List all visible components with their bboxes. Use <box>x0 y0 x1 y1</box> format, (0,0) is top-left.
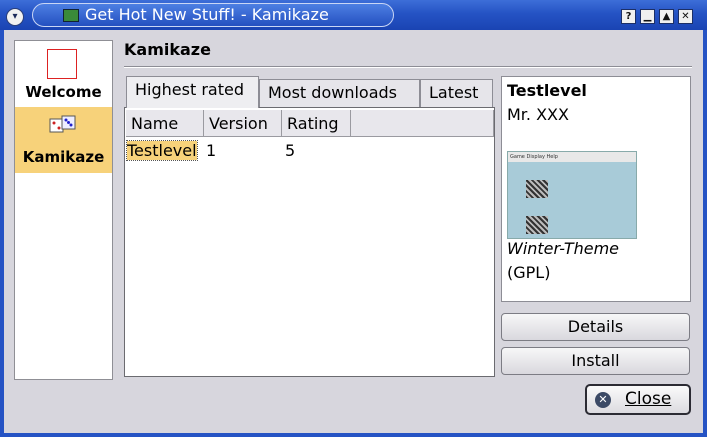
app-icon <box>63 9 79 22</box>
close-icon: ✕ <box>595 392 611 408</box>
details-panel: Testlevel Mr. XXX Game Display Help Wint… <box>501 76 691 302</box>
window-frame-left <box>0 30 4 437</box>
window-frame-bottom <box>0 433 707 437</box>
tab-most-downloads[interactable]: Most downloads <box>259 79 420 107</box>
title-bar[interactable]: ▾ Get Hot New Stuff! - Kamikaze ? ▁ ▲ ✕ <box>0 0 707 30</box>
cell-name[interactable]: Testlevel <box>126 140 198 161</box>
preview-block <box>526 180 548 198</box>
column-header-rating[interactable]: Rating <box>282 110 351 137</box>
help-button[interactable]: ? <box>621 9 636 24</box>
item-description: Winter-Theme <box>507 239 620 258</box>
dice-icon <box>49 115 76 133</box>
cell-version: 1 <box>206 141 217 160</box>
install-button[interactable]: Install <box>501 347 690 375</box>
cell-rating: 5 <box>285 141 296 160</box>
preview-block <box>526 216 548 234</box>
column-header-version[interactable]: Version <box>204 110 282 137</box>
item-license: (GPL) <box>507 263 551 282</box>
sidebar-item-kamikaze[interactable]: Kamikaze <box>15 107 112 173</box>
welcome-icon <box>47 49 77 79</box>
item-author: Mr. XXX <box>507 105 569 124</box>
preview-image: Game Display Help <box>507 151 637 239</box>
window-frame-right <box>703 30 707 437</box>
sidebar-item-label: Kamikaze <box>22 148 105 166</box>
maximize-button[interactable]: ▲ <box>659 9 674 24</box>
divider <box>124 66 692 68</box>
sidebar-item-label: Welcome <box>25 83 102 101</box>
tab-highest-rated[interactable]: Highest rated <box>126 76 259 108</box>
item-name: Testlevel <box>507 81 587 100</box>
items-list[interactable]: Name Version Rating Testlevel 1 5 <box>124 107 495 377</box>
column-header-name[interactable]: Name <box>126 110 204 137</box>
page-title: Kamikaze <box>124 40 211 59</box>
minimize-button[interactable]: ▁ <box>640 9 655 24</box>
window-menu-button[interactable]: ▾ <box>6 8 24 26</box>
tab-latest[interactable]: Latest <box>420 79 493 107</box>
close-button-label: Close <box>625 389 672 409</box>
close-window-button[interactable]: ✕ <box>678 9 693 24</box>
details-button[interactable]: Details <box>501 313 690 341</box>
sidebar-item-welcome[interactable]: Welcome <box>15 45 112 107</box>
window-title: Get Hot New Stuff! - Kamikaze <box>85 5 329 24</box>
title-pill[interactable]: Get Hot New Stuff! - Kamikaze <box>32 3 394 27</box>
preview-menu: Game Display Help <box>508 152 636 162</box>
sidebar-nav: Welcome Kamikaze <box>14 40 113 380</box>
close-button[interactable]: ✕ Close <box>585 384 691 415</box>
column-header-filler <box>351 110 494 137</box>
